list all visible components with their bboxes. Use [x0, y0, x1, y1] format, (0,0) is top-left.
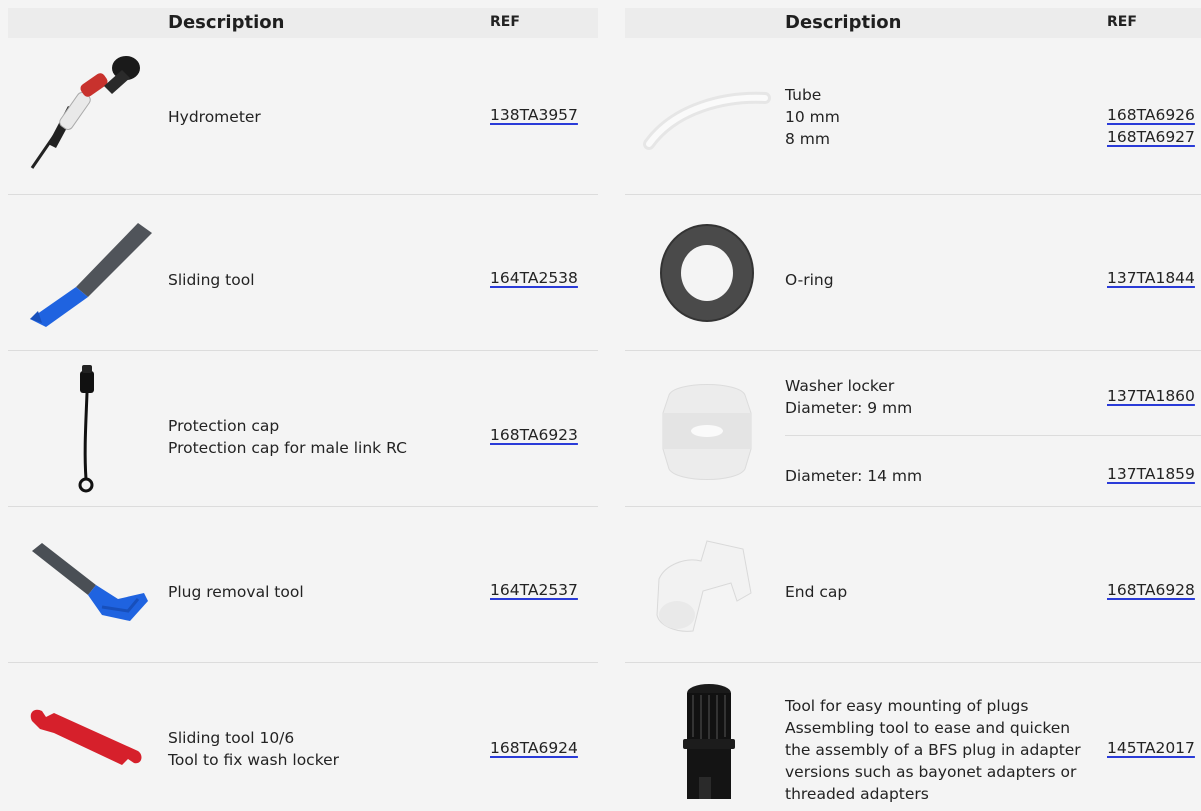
part-ref-link[interactable]: 138TA3957: [490, 106, 578, 124]
description-column-header: Description: [785, 12, 902, 33]
part-description-detail: the assembly of a BFS plug in adapter: [785, 741, 1081, 759]
sliding-tool-icon: [18, 215, 158, 330]
table-row: Washer locker Diameter: 9 mm 137TA1860 D…: [625, 351, 1201, 507]
part-ref-link[interactable]: 137TA1860: [1107, 387, 1195, 405]
part-ref-link[interactable]: 168TA6926: [1107, 106, 1195, 124]
part-ref-link[interactable]: 164TA2538: [490, 269, 578, 287]
o-ring-icon: [635, 221, 775, 326]
part-size: 8 mm: [785, 130, 830, 148]
part-ref-link[interactable]: 168TA6924: [490, 739, 578, 757]
part-description: Tube: [785, 86, 822, 104]
part-ref-link[interactable]: 137TA1844: [1107, 269, 1195, 287]
part-size: Diameter: 14 mm: [785, 467, 923, 485]
table-header: Description REF: [8, 8, 598, 38]
part-description-detail: Tool to fix wash locker: [168, 751, 340, 769]
part-ref-link[interactable]: 145TA2017: [1107, 739, 1195, 757]
part-description: Sliding tool 10/6: [168, 729, 295, 747]
table-row: End cap 168TA6928: [625, 507, 1201, 663]
table-row: Tool for easy mounting of plugs Assembli…: [625, 663, 1201, 811]
table-row: O-ring 137TA1844: [625, 195, 1201, 351]
table-row: Tube 10 mm 8 mm 168TA6926 168TA6927: [625, 38, 1201, 195]
part-size: 10 mm: [785, 108, 840, 126]
part-description-detail: versions such as bayonet adapters or: [785, 763, 1077, 781]
ref-column-header: REF: [1107, 14, 1137, 30]
part-ref-link[interactable]: 137TA1859: [1107, 465, 1195, 483]
table-row: Plug removal tool 164TA2537: [8, 507, 598, 663]
part-description-detail: Protection cap for male link RC: [168, 439, 407, 457]
table-row: Sliding tool 10/6 Tool to fix wash locke…: [8, 663, 598, 811]
washer-locker-icon: [635, 373, 775, 488]
wash-locker-tool-icon: [18, 699, 158, 779]
part-ref-link[interactable]: 168TA6923: [490, 426, 578, 444]
part-ref-link[interactable]: 168TA6928: [1107, 581, 1195, 599]
row-divider: [785, 435, 1201, 436]
description-column-header: Description: [168, 12, 285, 33]
plug-removal-tool-icon: [18, 537, 158, 637]
part-size: Diameter: 9 mm: [785, 399, 913, 417]
part-description: O-ring: [785, 271, 834, 289]
left-parts-table: Description REF Hydrometer 138TA3957 Sli…: [8, 8, 598, 769]
part-description: Protection cap: [168, 417, 280, 435]
part-description: Sliding tool: [168, 271, 255, 289]
part-ref-link[interactable]: 164TA2537: [490, 581, 578, 599]
part-description: Tool for easy mounting of plugs: [785, 697, 1029, 715]
part-description: Plug removal tool: [168, 583, 304, 601]
protection-cap-icon: [18, 361, 158, 496]
plug-mounting-tool-icon: [635, 681, 775, 805]
part-description-detail: Assembling tool to ease and quicken: [785, 719, 1071, 737]
hydrometer-icon: [18, 56, 158, 176]
table-header: Description REF: [625, 8, 1201, 38]
part-ref-link[interactable]: 168TA6927: [1107, 128, 1195, 146]
part-description: End cap: [785, 583, 848, 601]
table-row: Hydrometer 138TA3957: [8, 38, 598, 195]
part-description: Washer locker: [785, 377, 895, 395]
ref-column-header: REF: [490, 14, 520, 30]
right-parts-table: Description REF Tube 10 mm 8 mm 168TA692…: [625, 8, 1201, 803]
tube-icon: [635, 78, 775, 158]
part-description-detail: threaded adapters: [785, 785, 929, 803]
end-cap-icon: [635, 535, 775, 635]
table-row: Sliding tool 164TA2538: [8, 195, 598, 351]
table-row: Protection cap Protection cap for male l…: [8, 351, 598, 507]
part-description: Hydrometer: [168, 108, 261, 126]
